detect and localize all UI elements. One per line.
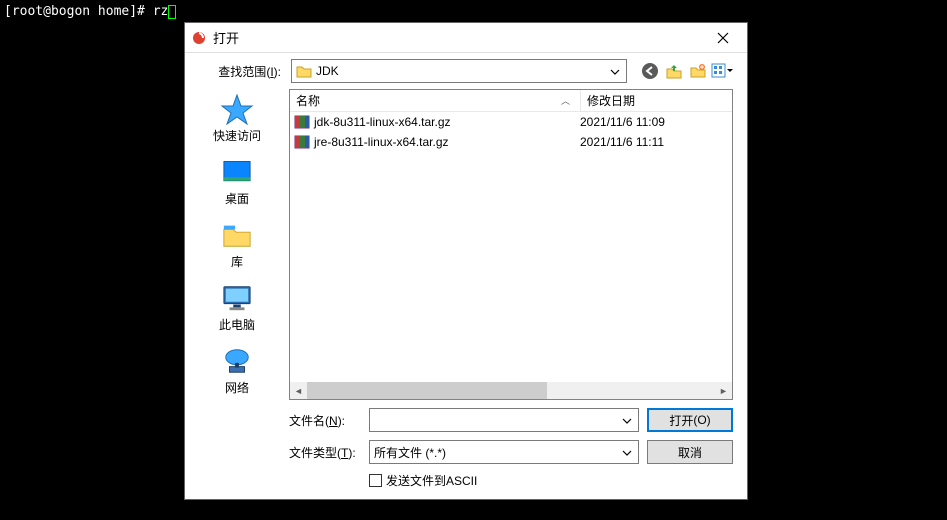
file-list: 名称 ︿ 修改日期 jdk-8u311-linux-x64.tar.gz 202… [289, 89, 733, 400]
place-this-pc[interactable]: 此电脑 [197, 280, 277, 335]
terminal-command: rz [153, 4, 169, 19]
scroll-right-button[interactable]: ► [715, 382, 732, 399]
terminal-output: [root@bogon home]# rz [4, 4, 176, 19]
open-button[interactable]: 打开(O) [647, 408, 733, 432]
lookin-row: 查找范围(I): JDK [185, 53, 747, 89]
lookin-combo[interactable]: JDK [291, 59, 627, 83]
network-icon [219, 345, 255, 377]
cancel-button[interactable]: 取消 [647, 440, 733, 464]
up-button[interactable] [663, 60, 685, 82]
lookin-label: 查找范围(I): [185, 63, 285, 80]
ascii-checkbox[interactable] [369, 474, 382, 487]
dialog-body: 快速访问 桌面 库 此电脑 [185, 89, 747, 499]
place-libraries[interactable]: 库 [197, 217, 277, 272]
fields: 文件名(N): 打开(O) 文件类型(T): [289, 400, 733, 466]
horizontal-scrollbar[interactable]: ◄ ► [290, 382, 732, 399]
scroll-left-button[interactable]: ◄ [290, 382, 307, 399]
view-menu-button[interactable] [711, 60, 733, 82]
filetype-label: 文件类型(T): [289, 444, 361, 461]
computer-icon [219, 282, 255, 314]
column-header-date[interactable]: 修改日期 [580, 90, 732, 111]
archive-icon [294, 114, 310, 130]
list-body[interactable]: jdk-8u311-linux-x64.tar.gz 2021/11/6 11:… [290, 112, 732, 382]
place-network[interactable]: 网络 [197, 343, 277, 398]
column-header-name[interactable]: 名称 ︿ [290, 90, 580, 111]
place-desktop[interactable]: 桌面 [197, 154, 277, 209]
chevron-down-icon[interactable] [620, 445, 634, 459]
open-file-dialog: 打开 查找范围(I): JDK [184, 22, 748, 500]
terminal-prompt: [root@bogon home]# [4, 4, 153, 19]
filename-combo[interactable] [369, 408, 639, 432]
app-icon [191, 30, 207, 46]
libraries-icon [219, 219, 255, 251]
nav-toolbar [639, 60, 733, 82]
dialog-title: 打开 [213, 28, 705, 47]
terminal-cursor [168, 5, 176, 19]
filetype-value: 所有文件 (*.*) [374, 444, 620, 461]
filename-input[interactable] [374, 410, 620, 430]
places-bar: 快速访问 桌面 库 此电脑 [185, 89, 289, 499]
back-button[interactable] [639, 60, 661, 82]
filetype-combo[interactable]: 所有文件 (*.*) [369, 440, 639, 464]
titlebar[interactable]: 打开 [185, 23, 747, 53]
desktop-icon [219, 156, 255, 188]
lookin-value: JDK [316, 64, 608, 78]
archive-icon [294, 134, 310, 150]
new-folder-button[interactable] [687, 60, 709, 82]
list-header: 名称 ︿ 修改日期 [290, 90, 732, 112]
filetype-row: 文件类型(T): 所有文件 (*.*) 取消 [289, 440, 733, 464]
sort-indicator-icon: ︿ [561, 94, 570, 107]
filename-row: 文件名(N): 打开(O) [289, 408, 733, 432]
scroll-track[interactable] [307, 382, 715, 399]
chevron-down-icon[interactable] [608, 64, 622, 78]
place-quick-access[interactable]: 快速访问 [197, 91, 277, 146]
ascii-checkbox-row: 发送文件到ASCII [289, 466, 733, 499]
folder-icon [296, 64, 312, 78]
list-item[interactable]: jre-8u311-linux-x64.tar.gz 2021/11/6 11:… [290, 132, 732, 152]
scroll-thumb[interactable] [307, 382, 547, 399]
list-item[interactable]: jdk-8u311-linux-x64.tar.gz 2021/11/6 11:… [290, 112, 732, 132]
chevron-down-icon[interactable] [620, 413, 634, 427]
main-area: 名称 ︿ 修改日期 jdk-8u311-linux-x64.tar.gz 202… [289, 89, 747, 499]
quick-access-icon [219, 93, 255, 125]
ascii-checkbox-label[interactable]: 发送文件到ASCII [386, 472, 477, 489]
filename-label: 文件名(N): [289, 412, 361, 429]
close-button[interactable] [705, 24, 741, 52]
